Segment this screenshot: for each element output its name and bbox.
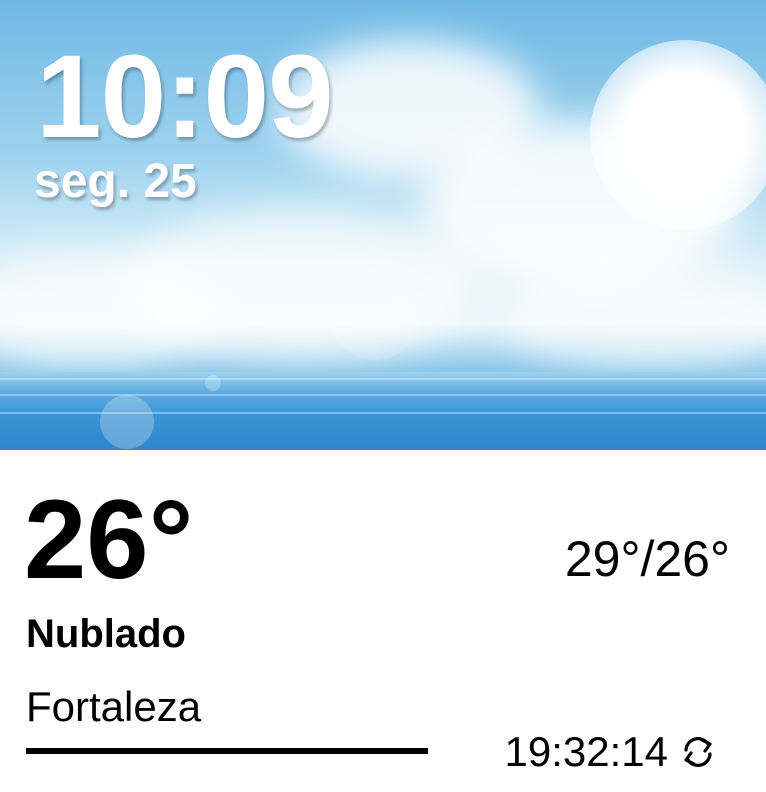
clock-time[interactable]: 10:09 <box>36 38 334 156</box>
lens-flare <box>100 395 154 449</box>
lens-flare <box>205 375 221 391</box>
current-temperature: 26° <box>24 477 194 602</box>
weather-clock-widget: 10:09 seg. 25 26° 29°/26° Nublado Fortal… <box>0 0 766 792</box>
weather-condition: Nublado <box>26 612 186 656</box>
refresh-icon-glyph <box>684 737 712 767</box>
last-update-time: 19:32:14 <box>504 728 669 775</box>
location-name[interactable]: Fortaleza <box>26 686 201 728</box>
high-low-temperature: 29°/26° <box>564 531 730 587</box>
cloud <box>500 260 766 370</box>
clock-date[interactable]: seg. 25 <box>34 158 197 206</box>
lens-flare <box>330 270 420 360</box>
wave-line <box>0 378 766 380</box>
background-image[interactable]: 10:09 seg. 25 <box>0 0 766 450</box>
last-update-row: 19:32:14 <box>505 730 721 774</box>
refresh-icon[interactable] <box>676 730 720 774</box>
divider <box>26 748 428 754</box>
wave-line <box>0 394 766 396</box>
